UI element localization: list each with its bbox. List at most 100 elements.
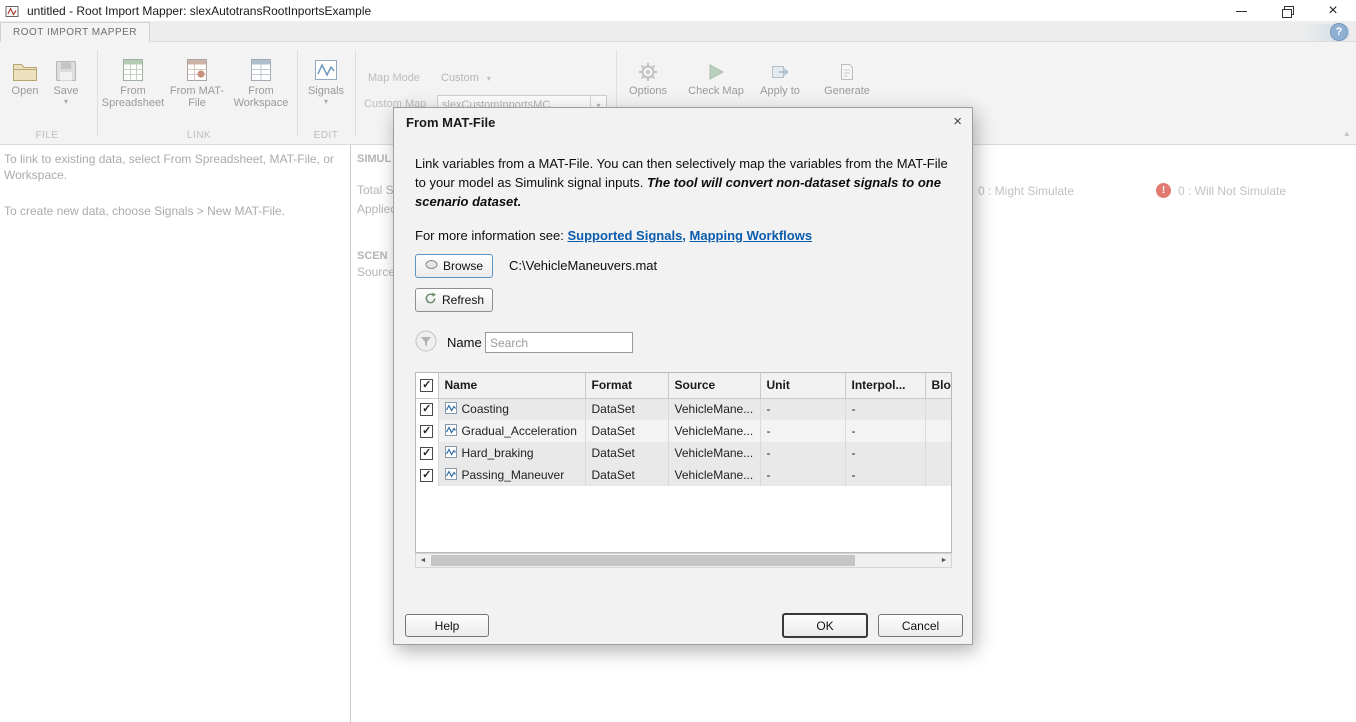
signals-button[interactable]: Signals ▾ bbox=[302, 54, 350, 106]
select-all-checkbox[interactable]: ✓ bbox=[420, 379, 434, 393]
open-label: Open bbox=[11, 85, 39, 97]
table-horizontal-scrollbar[interactable]: ◄ ► bbox=[415, 553, 952, 568]
generate-document-icon bbox=[818, 54, 876, 82]
minimize-button[interactable] bbox=[1218, 0, 1264, 22]
open-button[interactable]: Open bbox=[5, 54, 45, 97]
cell-block bbox=[925, 398, 951, 420]
cell-name: Hard_braking bbox=[438, 442, 586, 464]
gear-icon bbox=[622, 54, 674, 82]
collapse-ribbon-icon[interactable]: ▴ bbox=[1344, 128, 1349, 139]
scrollbar-thumb[interactable] bbox=[431, 555, 855, 566]
signal-name: Gradual_Acceleration bbox=[461, 424, 577, 438]
check-map-button[interactable]: Check Map bbox=[684, 54, 748, 97]
help-dialog-button[interactable]: Help bbox=[405, 614, 489, 637]
mapping-workflows-link[interactable]: Mapping Workflows bbox=[690, 228, 813, 243]
table-row[interactable]: ✓ Passing_Maneuver DataSet VehicleMane..… bbox=[416, 464, 951, 486]
header-source[interactable]: Source bbox=[668, 373, 761, 399]
signals-table: ✓ Name Format Source Unit Interpol... Bl… bbox=[416, 373, 951, 486]
apply-to-button[interactable]: Apply to bbox=[752, 54, 808, 97]
search-input[interactable] bbox=[485, 332, 633, 353]
table-header-row: ✓ Name Format Source Unit Interpol... Bl… bbox=[416, 373, 951, 399]
file-group-label: FILE bbox=[35, 130, 59, 141]
save-label: Save bbox=[53, 85, 79, 97]
header-interpolation[interactable]: Interpol... bbox=[845, 373, 926, 399]
scenario-section-label: SCEN bbox=[357, 250, 388, 262]
panel-divider bbox=[350, 145, 351, 722]
group-separator bbox=[97, 50, 98, 136]
scroll-right-icon[interactable]: ► bbox=[937, 554, 951, 567]
signal-name: Coasting bbox=[461, 402, 509, 417]
signal-name: Passing_Maneuver bbox=[461, 468, 565, 482]
dialog-close-button[interactable]: × bbox=[953, 113, 962, 130]
filter-name-label: Name bbox=[447, 335, 482, 350]
save-button[interactable]: Save ▾ bbox=[46, 54, 86, 106]
link-separator: , bbox=[682, 228, 690, 243]
window-controls: × bbox=[1218, 0, 1356, 22]
status-might-simulate: ! 0 : Might Simulate bbox=[956, 183, 1074, 198]
question-icon: ? bbox=[1335, 26, 1343, 38]
from-mat-file-label: From MAT-File bbox=[169, 85, 225, 109]
options-button[interactable]: Options bbox=[622, 54, 674, 97]
browse-button[interactable]: Browse bbox=[415, 254, 493, 278]
table-row[interactable]: ✓ Hard_braking DataSet VehicleMane... - … bbox=[416, 442, 951, 464]
refresh-label: Refresh bbox=[441, 293, 485, 307]
row-checkbox[interactable]: ✓ bbox=[420, 425, 434, 439]
from-workspace-button[interactable]: From Workspace bbox=[229, 54, 293, 109]
supported-signals-link[interactable]: Supported Signals bbox=[567, 228, 682, 243]
chevron-down-icon: ▾ bbox=[486, 74, 491, 83]
restore-button[interactable] bbox=[1264, 0, 1310, 22]
row-checkbox[interactable]: ✓ bbox=[420, 447, 434, 461]
row-checkbox[interactable]: ✓ bbox=[420, 469, 434, 483]
ribbon-tabbar: ROOT IMPORT MAPPER ? bbox=[0, 22, 1356, 43]
total-signals-label: Total S bbox=[357, 183, 394, 197]
tab-root-import-mapper[interactable]: ROOT IMPORT MAPPER bbox=[0, 22, 151, 43]
header-name[interactable]: Name bbox=[438, 373, 586, 399]
options-label: Options bbox=[629, 85, 667, 97]
cell-interpolation: - bbox=[845, 420, 926, 442]
link-group-label: LINK bbox=[186, 130, 212, 141]
generate-label: Generate bbox=[824, 85, 870, 97]
row-checkbox[interactable]: ✓ bbox=[420, 403, 434, 417]
cell-block bbox=[925, 442, 951, 464]
signal-icon bbox=[444, 445, 457, 461]
cell-format: DataSet bbox=[585, 442, 669, 464]
scroll-left-icon[interactable]: ◄ bbox=[416, 554, 430, 567]
filter-icon[interactable] bbox=[415, 330, 437, 352]
ok-button[interactable]: OK bbox=[782, 613, 868, 638]
cell-interpolation: - bbox=[845, 442, 926, 464]
table-row[interactable]: ✓ Coasting DataSet VehicleMane... - - bbox=[416, 398, 951, 420]
help-button[interactable]: ? bbox=[1330, 23, 1348, 41]
from-spreadsheet-label: From Spreadsheet bbox=[101, 85, 165, 109]
table-row[interactable]: ✓ Gradual_Acceleration DataSet VehicleMa… bbox=[416, 420, 951, 442]
cancel-button[interactable]: Cancel bbox=[878, 614, 963, 637]
select-all-cell: ✓ bbox=[416, 373, 439, 399]
header-unit[interactable]: Unit bbox=[760, 373, 846, 399]
spreadsheet-icon bbox=[100, 54, 166, 82]
map-mode-value: Custom bbox=[441, 72, 479, 84]
cell-source: VehicleMane... bbox=[668, 420, 761, 442]
dialog-title: From MAT-File bbox=[406, 115, 496, 130]
cell-source: VehicleMane... bbox=[668, 442, 761, 464]
header-format[interactable]: Format bbox=[585, 373, 669, 399]
close-window-button[interactable]: × bbox=[1310, 0, 1356, 22]
map-mode-dropdown[interactable]: Custom ▾ bbox=[441, 72, 491, 84]
apply-to-label: Apply to bbox=[760, 85, 800, 97]
source-label: Source bbox=[357, 265, 396, 279]
more-info-line: For more information see: Supported Sign… bbox=[415, 228, 812, 243]
row-checkbox-cell: ✓ bbox=[416, 398, 439, 420]
cell-block bbox=[925, 464, 951, 486]
from-mat-file-button[interactable]: From MAT-File bbox=[168, 54, 226, 109]
play-check-icon bbox=[684, 54, 748, 82]
map-mode-label: Map Mode bbox=[368, 72, 420, 84]
edit-group-label: EDIT bbox=[313, 130, 339, 141]
cell-block bbox=[925, 420, 951, 442]
instruction-new-data: To create new data, choose Signals > New… bbox=[4, 204, 285, 218]
selected-file-path: C:\VehicleManeuvers.mat bbox=[509, 258, 658, 273]
header-block[interactable]: Bloc bbox=[925, 373, 951, 399]
dialog-intro-text: Link variables from a MAT-File. You can … bbox=[415, 154, 955, 211]
signals-table-container: ✓ Name Format Source Unit Interpol... Bl… bbox=[415, 372, 952, 553]
refresh-button[interactable]: Refresh bbox=[415, 288, 493, 312]
might-simulate-text: 0 : Might Simulate bbox=[978, 183, 1075, 198]
from-spreadsheet-button[interactable]: From Spreadsheet bbox=[100, 54, 166, 109]
generate-button[interactable]: Generate bbox=[818, 54, 876, 97]
